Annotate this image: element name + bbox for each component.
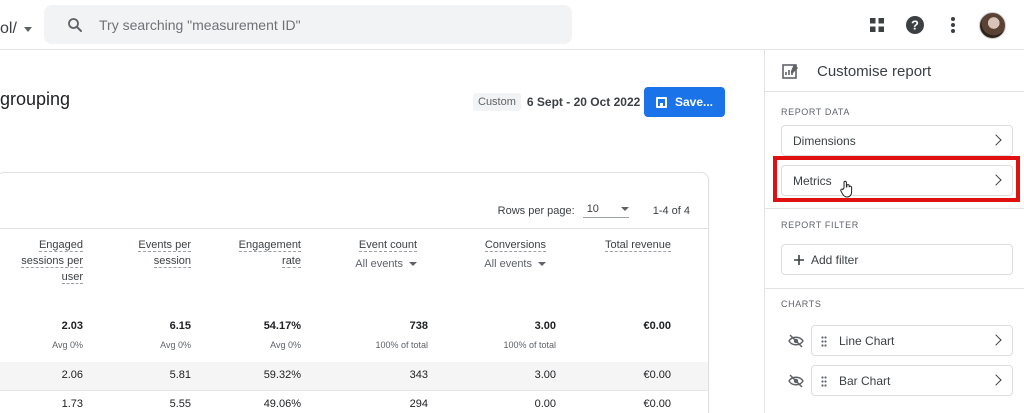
total-cell: 3.00 bbox=[534, 320, 556, 332]
section-label-report-filter: REPORT FILTER bbox=[781, 220, 859, 230]
column-label: Event count bbox=[358, 239, 417, 252]
rows-per-page-select[interactable]: 10 bbox=[582, 203, 629, 218]
customise-report-icon bbox=[782, 64, 798, 79]
total-cell: €0.00 bbox=[643, 320, 671, 332]
top-bar: ol/ ? bbox=[0, 0, 1024, 50]
section-label-charts: CHARTS bbox=[781, 299, 822, 309]
column-header-event-count[interactable]: Event count All events bbox=[337, 237, 417, 272]
save-label: Save... bbox=[674, 95, 714, 109]
table-cell: 3.00 bbox=[534, 369, 556, 381]
caret-down-icon bbox=[23, 26, 32, 32]
total-cell: 6.15 bbox=[169, 320, 191, 332]
plus-icon bbox=[794, 254, 804, 265]
dimensions-item[interactable]: Dimensions bbox=[781, 125, 1013, 156]
panel-header: Customise report bbox=[765, 50, 1024, 92]
date-chip: Custom bbox=[473, 93, 521, 111]
hidden-eye-icon[interactable] bbox=[788, 334, 804, 348]
drag-handle-icon[interactable] bbox=[821, 376, 827, 387]
bar-chart-item[interactable]: Bar Chart bbox=[811, 365, 1013, 396]
column-header-total-revenue[interactable]: Total revenue bbox=[577, 237, 671, 253]
table-cell: 49.06% bbox=[263, 398, 301, 410]
table-cell: 0.00 bbox=[534, 398, 556, 410]
total-sub: Avg 0% bbox=[270, 340, 301, 350]
page-title: grouping bbox=[0, 89, 71, 109]
column-label: Engagement rate bbox=[238, 239, 301, 268]
table-cell: €0.00 bbox=[643, 398, 671, 410]
total-sub: Avg 0% bbox=[160, 340, 191, 350]
hand-cursor-icon bbox=[840, 180, 853, 198]
date-range-selector[interactable]: Custom 6 Sept - 20 Oct 2022 bbox=[473, 93, 640, 111]
event-filter-value: All events bbox=[484, 258, 532, 270]
customise-report-panel: Customise report REPORT DATA Dimensions … bbox=[764, 50, 1024, 413]
column-header-conversions[interactable]: Conversions All events bbox=[462, 237, 546, 272]
svg-text:?: ? bbox=[911, 18, 919, 33]
total-cell: 54.17% bbox=[263, 320, 301, 332]
drag-handle-icon[interactable] bbox=[821, 336, 827, 347]
chevron-right-icon bbox=[990, 374, 1002, 386]
table-cell: 343 bbox=[409, 369, 428, 381]
add-filter-label: Add filter bbox=[811, 252, 859, 267]
section-label-report-data: REPORT DATA bbox=[781, 107, 850, 117]
column-label: Conversions bbox=[484, 239, 546, 252]
save-icon bbox=[655, 96, 667, 108]
total-sub: 100% of total bbox=[375, 340, 428, 350]
chevron-right-icon bbox=[990, 334, 1002, 346]
top-icons: ? bbox=[865, 10, 1024, 40]
total-cell: 2.03 bbox=[61, 320, 83, 332]
total-sub: 100% of total bbox=[503, 340, 556, 350]
table-cell: 59.32% bbox=[263, 369, 301, 381]
rows-per-page-value: 10 bbox=[586, 203, 599, 215]
event-filter-select[interactable]: All events bbox=[337, 256, 417, 272]
table-cell: 2.06 bbox=[61, 369, 83, 381]
divider bbox=[765, 288, 1024, 289]
total-cell: 738 bbox=[409, 320, 428, 332]
pagination: 1-4 of 4 bbox=[652, 204, 690, 217]
caret-down-icon bbox=[409, 262, 417, 266]
caret-down-icon bbox=[620, 207, 629, 211]
rows-per-page-label: Rows per page: bbox=[497, 204, 575, 217]
table-cell: 294 bbox=[409, 398, 428, 410]
dimensions-label: Dimensions bbox=[793, 133, 856, 148]
hidden-eye-icon[interactable] bbox=[788, 374, 804, 388]
help-icon[interactable]: ? bbox=[903, 13, 927, 37]
column-label: Engaged sessions per user bbox=[21, 239, 83, 284]
bar-chart-label: Bar Chart bbox=[839, 373, 891, 388]
rows-per-page: Rows per page: 10 1-4 of 4 bbox=[498, 203, 690, 218]
apps-grid-icon[interactable] bbox=[865, 13, 889, 37]
add-filter-button[interactable]: Add filter bbox=[781, 244, 1013, 275]
line-chart-item[interactable]: Line Chart bbox=[811, 325, 1013, 356]
column-header-engaged-sessions[interactable]: Engaged sessions per user bbox=[5, 237, 83, 285]
chevron-right-icon bbox=[990, 134, 1002, 146]
table-cell: €0.00 bbox=[643, 369, 671, 381]
event-filter-value: All events bbox=[355, 258, 403, 270]
search-icon bbox=[68, 17, 82, 32]
divider bbox=[0, 228, 708, 229]
metrics-highlight-box bbox=[773, 156, 1020, 202]
property-selector[interactable]: ol/ bbox=[0, 20, 32, 38]
more-vert-icon[interactable] bbox=[941, 13, 965, 37]
table-cell: 5.81 bbox=[169, 369, 191, 381]
report-table-card: Rows per page: 10 1-4 of 4 Engaged sessi… bbox=[0, 172, 709, 413]
panel-title: Customise report bbox=[817, 63, 932, 80]
table-cell: 1.73 bbox=[61, 398, 83, 410]
divider bbox=[0, 390, 708, 391]
event-filter-select[interactable]: All events bbox=[462, 256, 546, 272]
property-selector-label: ol/ bbox=[0, 20, 17, 37]
search-bar[interactable] bbox=[44, 5, 572, 44]
avatar[interactable] bbox=[979, 11, 1006, 39]
caret-down-icon bbox=[538, 262, 546, 266]
column-header-events-per-session[interactable]: Events per session bbox=[117, 237, 191, 269]
column-label: Total revenue bbox=[604, 239, 671, 252]
table-cell: 5.55 bbox=[169, 398, 191, 410]
line-chart-label: Line Chart bbox=[839, 333, 895, 348]
divider bbox=[765, 208, 1024, 209]
column-header-engagement-rate[interactable]: Engagement rate bbox=[223, 237, 301, 269]
total-sub: Avg 0% bbox=[52, 340, 83, 350]
save-button[interactable]: Save... bbox=[644, 87, 725, 117]
date-range: 6 Sept - 20 Oct 2022 bbox=[526, 95, 641, 109]
search-input[interactable] bbox=[99, 16, 519, 33]
column-label: Events per session bbox=[138, 239, 191, 268]
